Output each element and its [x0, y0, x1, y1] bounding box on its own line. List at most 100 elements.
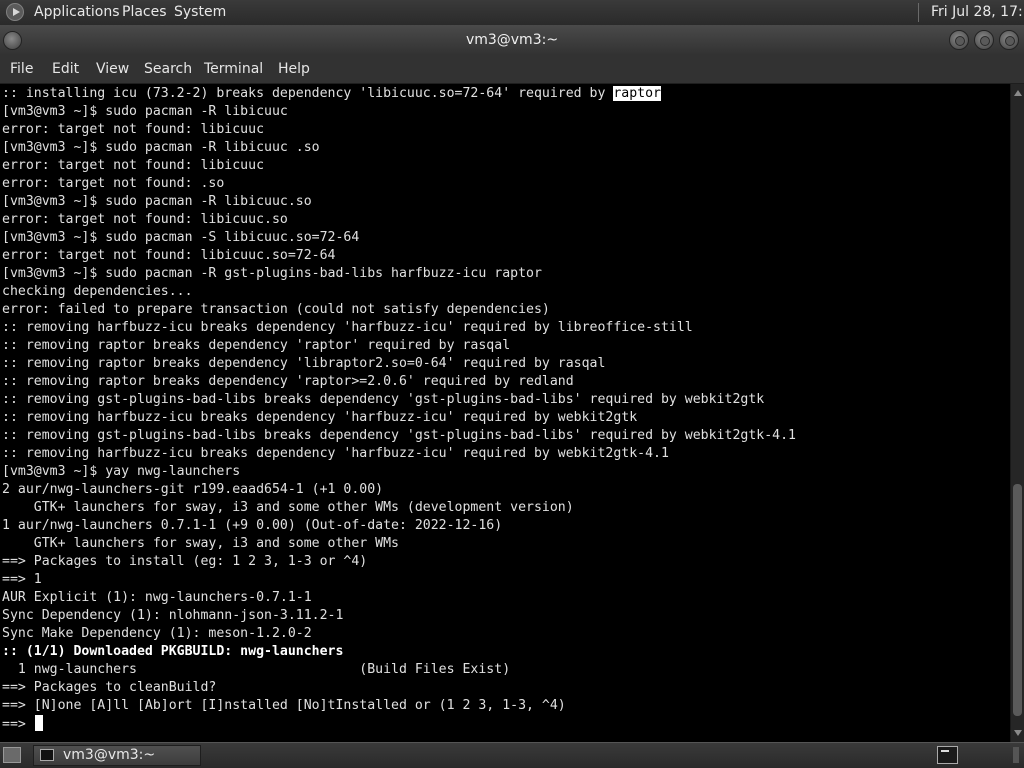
terminal-line: :: removing raptor breaks dependency 'ra…	[2, 373, 796, 391]
terminal-line: [vm3@vm3 ~]$ sudo pacman -S libicuuc.so=…	[2, 229, 796, 247]
distro-logo-icon[interactable]	[6, 3, 24, 21]
terminal-line-text: :: removing harfbuzz-icu breaks dependen…	[2, 410, 638, 425]
terminal-line-text: :: removing raptor breaks dependency 'li…	[2, 356, 606, 371]
panel-handle	[1013, 747, 1019, 763]
terminal-line-text: :: removing harfbuzz-icu breaks dependen…	[2, 320, 693, 335]
terminal-line: error: target not found: libicuuc.so	[2, 211, 796, 229]
terminal-line: Sync Make Dependency (1): meson-1.2.0-2	[2, 625, 796, 643]
menu-file[interactable]: File	[10, 61, 33, 78]
terminal-line-text: error: target not found: libicuuc.so=72-…	[2, 248, 336, 263]
terminal-line: AUR Explicit (1): nwg-launchers-0.7.1-1	[2, 589, 796, 607]
terminal-line-text: 1 nwg-launchers (Build Files Exist)	[2, 662, 511, 677]
terminal-line: ==> 1	[2, 571, 796, 589]
applications-menu[interactable]: Applications	[34, 4, 120, 21]
terminal-line: [vm3@vm3 ~]$ yay nwg-launchers	[2, 463, 796, 481]
terminal-line-text: :: (1/1) Downloaded PKGBUILD: nwg-launch…	[2, 644, 344, 659]
terminal-line-text: :: removing gst-plugins-bad-libs breaks …	[2, 392, 765, 407]
maximize-button[interactable]	[974, 30, 994, 50]
terminal-line-text: ==> 1	[2, 572, 42, 587]
workspace-switcher-icon[interactable]	[937, 746, 958, 764]
terminal-line-text: checking dependencies...	[2, 284, 193, 299]
terminal-line: ==> Packages to install (eg: 1 2 3, 1-3 …	[2, 553, 796, 571]
scroll-down-icon[interactable]	[1014, 730, 1022, 736]
scrollbar-thumb[interactable]	[1013, 484, 1022, 716]
terminal-line: error: target not found: .so	[2, 175, 796, 193]
show-desktop-icon[interactable]	[3, 747, 21, 763]
menu-edit[interactable]: Edit	[52, 61, 79, 78]
terminal-line: :: removing harfbuzz-icu breaks dependen…	[2, 319, 796, 337]
terminal-line-text: :: removing harfbuzz-icu breaks dependen…	[2, 446, 669, 461]
terminal-line-text: GTK+ launchers for sway, i3 and some oth…	[2, 500, 574, 515]
terminal-line: ==> [N]one [A]ll [Ab]ort [I]nstalled [No…	[2, 697, 796, 715]
terminal-line-text: ==>	[2, 717, 34, 732]
terminal-line-text: :: installing icu (73.2-2) breaks depend…	[2, 86, 614, 101]
terminal-line-text: [vm3@vm3 ~]$ sudo pacman -R libicuuc.so	[2, 194, 312, 209]
terminal-line: ==> Packages to cleanBuild?	[2, 679, 796, 697]
terminal-line-text: [vm3@vm3 ~]$ sudo pacman -R libicuuc	[2, 104, 288, 119]
terminal-line: GTK+ launchers for sway, i3 and some oth…	[2, 499, 796, 517]
terminal-line: :: removing raptor breaks dependency 'li…	[2, 355, 796, 373]
text-cursor	[34, 715, 43, 731]
selected-text: raptor	[613, 86, 661, 101]
terminal-line-text: [vm3@vm3 ~]$ yay nwg-launchers	[2, 464, 241, 479]
terminal-view[interactable]: :: installing icu (73.2-2) breaks depend…	[0, 84, 1010, 742]
menu-help[interactable]: Help	[278, 61, 310, 78]
terminal-line: :: removing harfbuzz-icu breaks dependen…	[2, 445, 796, 463]
terminal-line-text: error: target not found: libicuuc	[2, 122, 265, 137]
taskbar-window-label: vm3@vm3:~	[63, 747, 156, 763]
terminal-line: checking dependencies...	[2, 283, 796, 301]
terminal-line-text: error: target not found: libicuuc.so	[2, 212, 288, 227]
terminal-line: Sync Dependency (1): nlohmann-json-3.11.…	[2, 607, 796, 625]
terminal-line: :: removing gst-plugins-bad-libs breaks …	[2, 391, 796, 409]
terminal-line: 1 aur/nwg-launchers 0.7.1-1 (+9 0.00) (O…	[2, 517, 796, 535]
terminal-line-text: [vm3@vm3 ~]$ sudo pacman -R libicuuc .so	[2, 140, 320, 155]
terminal-line: [vm3@vm3 ~]$ sudo pacman -R libicuuc	[2, 103, 796, 121]
top-panel: Applications Places System Fri Jul 28, 1…	[0, 0, 1024, 25]
window-title: vm3@vm3:~	[465, 32, 559, 48]
menu-search[interactable]: Search	[144, 61, 192, 78]
terminal-line-text: :: removing gst-plugins-bad-libs breaks …	[2, 428, 796, 443]
terminal-line-text: GTK+ launchers for sway, i3 and some oth…	[2, 536, 399, 551]
terminal-line-text: [vm3@vm3 ~]$ sudo pacman -S libicuuc.so=…	[2, 230, 360, 245]
terminal-line-text: [vm3@vm3 ~]$ sudo pacman -R gst-plugins-…	[2, 266, 542, 281]
terminal-line-text: Sync Dependency (1): nlohmann-json-3.11.…	[2, 608, 344, 623]
terminal-line: [vm3@vm3 ~]$ sudo pacman -R libicuuc .so	[2, 139, 796, 157]
terminal-icon	[40, 749, 54, 761]
scroll-up-icon[interactable]	[1014, 90, 1022, 96]
minimize-button[interactable]	[949, 30, 969, 50]
close-button[interactable]	[999, 30, 1019, 50]
vertical-scrollbar[interactable]	[1010, 84, 1024, 742]
terminal-line-text: ==> [N]one [A]ll [Ab]ort [I]nstalled [No…	[2, 698, 566, 713]
terminal-line-text: AUR Explicit (1): nwg-launchers-0.7.1-1	[2, 590, 312, 605]
terminal-line: error: target not found: libicuuc	[2, 121, 796, 139]
terminal-line-text: error: failed to prepare transaction (co…	[2, 302, 550, 317]
taskbar-window-button[interactable]: vm3@vm3:~	[33, 745, 201, 766]
menu-terminal[interactable]: Terminal	[204, 61, 263, 78]
system-menu[interactable]: System	[174, 4, 226, 21]
terminal-line-text: ==> Packages to cleanBuild?	[2, 680, 217, 695]
terminal-line: error: failed to prepare transaction (co…	[2, 301, 796, 319]
terminal-line: 1 nwg-launchers (Build Files Exist)	[2, 661, 796, 679]
terminal-line: :: (1/1) Downloaded PKGBUILD: nwg-launch…	[2, 643, 796, 661]
terminal-line: :: installing icu (73.2-2) breaks depend…	[2, 85, 796, 103]
clock[interactable]: Fri Jul 28, 17:16	[931, 4, 1024, 21]
window-titlebar[interactable]: vm3@vm3:~	[0, 25, 1024, 55]
menu-view[interactable]: View	[96, 61, 129, 78]
terminal-output: :: installing icu (73.2-2) breaks depend…	[2, 85, 796, 733]
terminal-line: [vm3@vm3 ~]$ sudo pacman -R libicuuc.so	[2, 193, 796, 211]
menubar: File Edit View Search Terminal Help	[0, 55, 1024, 84]
terminal-line: GTK+ launchers for sway, i3 and some oth…	[2, 535, 796, 553]
terminal-line-text: ==> Packages to install (eg: 1 2 3, 1-3 …	[2, 554, 368, 569]
terminal-line-text: error: target not found: libicuuc	[2, 158, 265, 173]
panel-separator	[918, 3, 919, 22]
terminal-line-text: 1 aur/nwg-launchers 0.7.1-1 (+9 0.00) (O…	[2, 518, 503, 533]
terminal-line: :: removing harfbuzz-icu breaks dependen…	[2, 409, 796, 427]
terminal-line: 2 aur/nwg-launchers-git r199.eaad654-1 (…	[2, 481, 796, 499]
terminal-line: error: target not found: libicuuc	[2, 157, 796, 175]
terminal-line: :: removing raptor breaks dependency 'ra…	[2, 337, 796, 355]
terminal-line-text: :: removing raptor breaks dependency 'ra…	[2, 338, 511, 353]
places-menu[interactable]: Places	[122, 4, 167, 21]
terminal-line-text: 2 aur/nwg-launchers-git r199.eaad654-1 (…	[2, 482, 384, 497]
terminal-line-text: :: removing raptor breaks dependency 'ra…	[2, 374, 574, 389]
terminal-line: [vm3@vm3 ~]$ sudo pacman -R gst-plugins-…	[2, 265, 796, 283]
